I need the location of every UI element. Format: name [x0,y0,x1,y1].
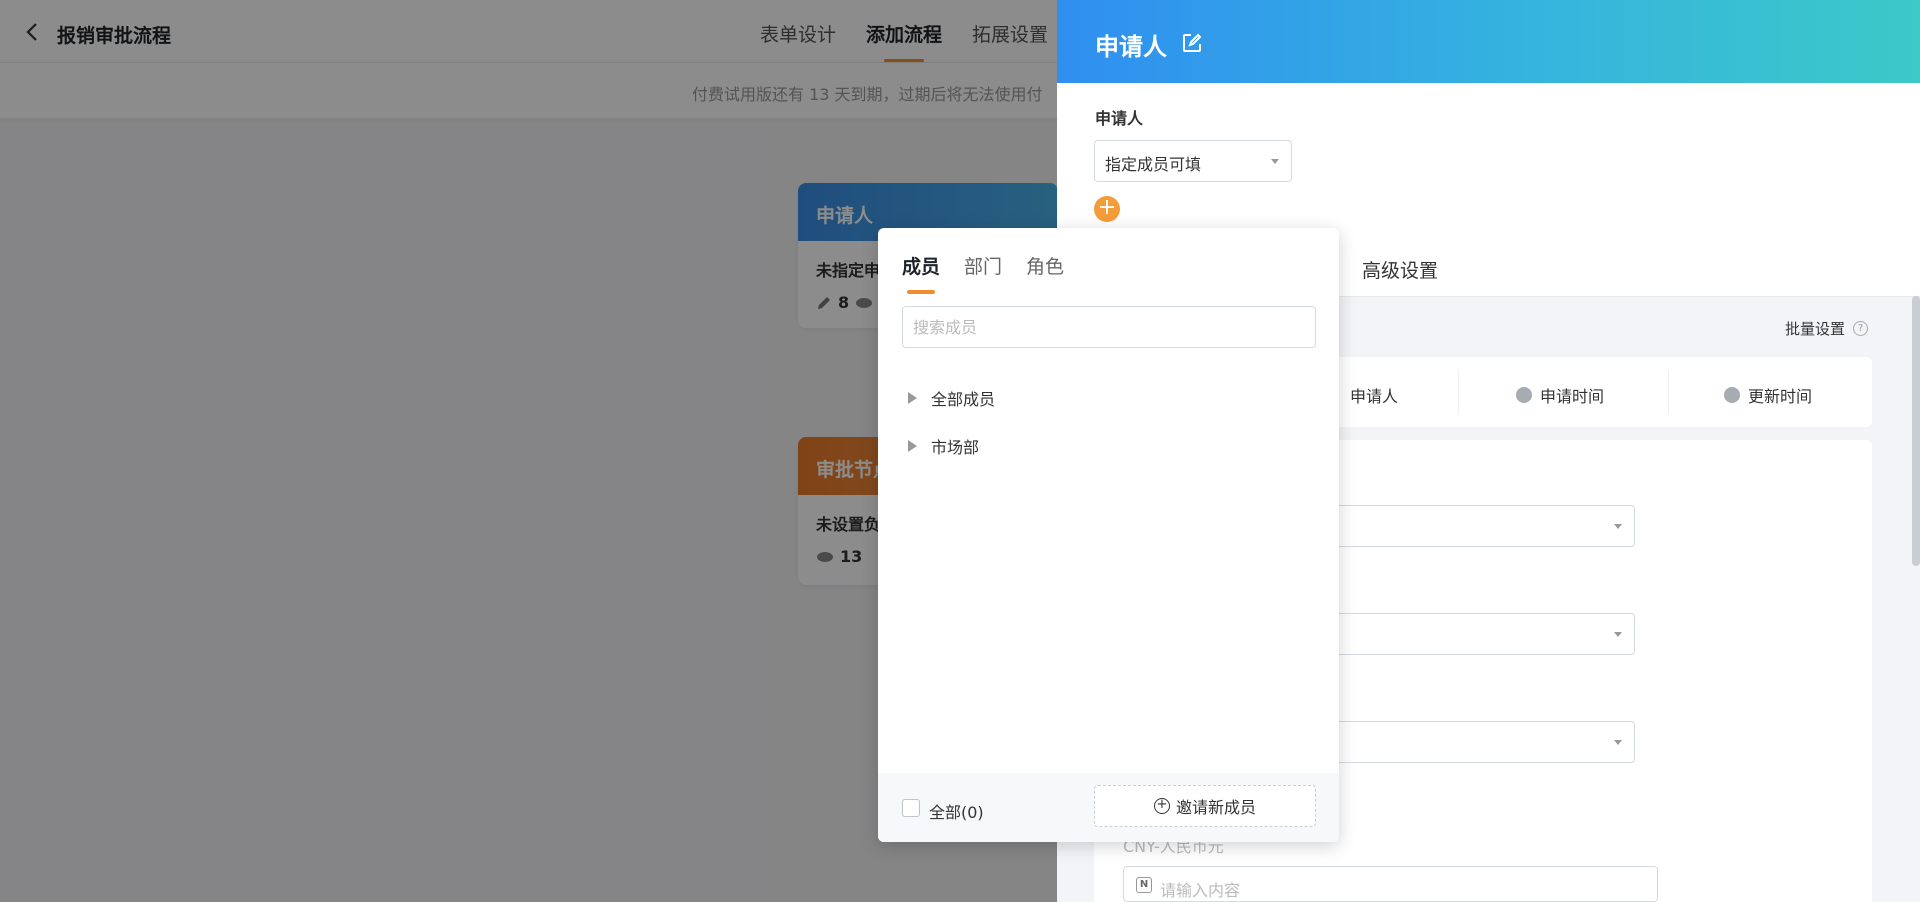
tree-item-marketing[interactable]: 市场部 [908,434,979,458]
batch-settings[interactable]: 批量设置 ? [1785,318,1869,339]
tab-members[interactable]: 成员 [902,252,940,294]
system-field-applicant: 申请人 [1350,383,1398,407]
tree-item-all-members[interactable]: 全部成员 [908,386,995,410]
invite-member-button[interactable]: + 邀请新成员 [1094,785,1316,827]
invite-label: 邀请新成员 [1175,798,1256,817]
edit-icon[interactable] [1181,32,1203,54]
member-search-input[interactable] [902,306,1316,348]
member-picker-popover: 成员 部门 角色 全部成员 市场部 全部(0) + 邀请新成员 [878,228,1339,842]
drawer-header: 申请人 [1057,0,1920,83]
chevron-down-icon [1614,524,1622,529]
tab-advanced-settings[interactable]: 高级设置 [1362,256,1438,283]
clock-icon [1516,387,1532,403]
applicant-field-label: 申请人 [1095,109,1144,128]
select-all-label: 全部(0) [929,803,984,822]
chevron-down-icon [1614,632,1622,637]
picker-footer: 全部(0) + 邀请新成员 [878,773,1339,842]
select-value: 指定成员可填 [1105,155,1202,174]
content-input[interactable]: N 请输入内容 [1123,866,1658,902]
tree-item-label: 市场部 [931,438,980,457]
system-field-update-time: 更新时间 [1724,383,1812,407]
expand-arrow-icon[interactable] [908,440,917,452]
tree-item-label: 全部成员 [931,390,996,409]
system-field-label: 申请人 [1350,387,1399,406]
number-field-icon: N [1136,877,1152,893]
divider [1458,371,1459,413]
applicant-mode-select[interactable]: 指定成员可填 [1094,140,1292,182]
tab-roles[interactable]: 角色 [1026,252,1064,294]
chevron-down-icon [1614,740,1622,745]
picker-tabs: 成员 部门 角色 [902,252,1064,294]
drawer-title: 申请人 [1095,33,1167,61]
add-member-button[interactable]: + [1094,196,1120,222]
update-time-icon [1724,387,1740,403]
select-all-checkbox[interactable] [902,799,920,817]
divider [1668,371,1669,413]
system-field-label: 更新时间 [1748,387,1813,406]
expand-arrow-icon[interactable] [908,392,917,404]
system-field-apply-time: 申请时间 [1516,383,1604,407]
system-field-label: 申请时间 [1540,387,1605,406]
plus-circle-icon: + [1153,798,1170,814]
help-icon[interactable]: ? [1853,321,1869,336]
chevron-down-icon [1271,159,1279,164]
drawer-scrollbar[interactable] [1912,296,1920,566]
content-placeholder: 请输入内容 [1160,881,1241,900]
batch-settings-label: 批量设置 [1785,320,1846,338]
tab-departments[interactable]: 部门 [964,252,1002,294]
